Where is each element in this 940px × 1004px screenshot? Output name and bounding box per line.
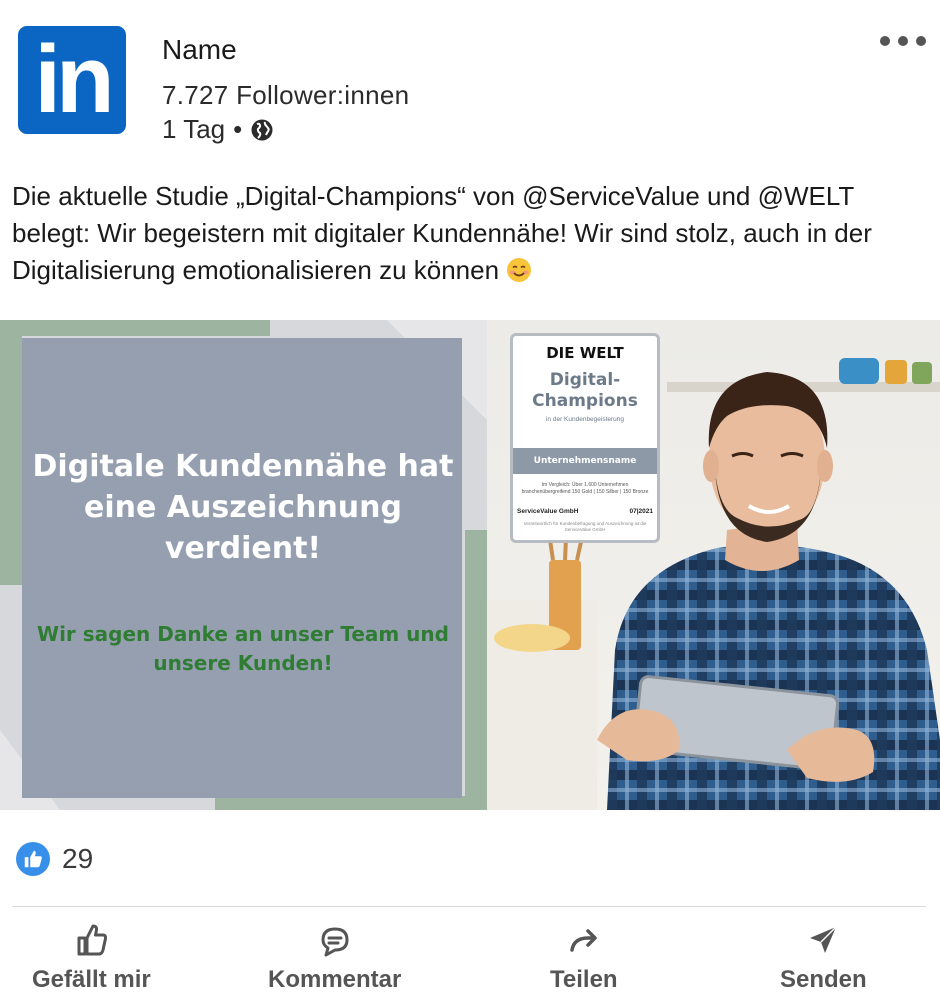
- share-label: Teilen: [550, 966, 618, 993]
- frame-accent: [465, 530, 487, 810]
- reaction-summary[interactable]: 29: [16, 842, 93, 876]
- divider: [12, 906, 926, 907]
- post-time: 1 Tag: [162, 114, 226, 144]
- seal-date: 07|2021: [629, 508, 653, 515]
- seal-brand: DIE WELT: [546, 344, 624, 362]
- send-label: Senden: [780, 966, 867, 993]
- company-logo[interactable]: in: [18, 26, 126, 134]
- thumbs-up-icon: [77, 924, 108, 956]
- like-icon: [16, 842, 50, 876]
- frame-accent: [0, 320, 22, 585]
- frame-accent: [0, 320, 270, 336]
- author-name[interactable]: Name: [162, 34, 237, 66]
- photo-panel: DIE WELT Digital-Champions in der Kunden…: [487, 320, 940, 810]
- comment-button[interactable]: Kommentar: [268, 920, 401, 994]
- award-seal: DIE WELT Digital-Champions in der Kunden…: [510, 333, 660, 543]
- award-graphic: Digitale Kundennähe hat eine Auszeichnun…: [0, 320, 487, 810]
- follower-count: 7.727 Follower:innen: [162, 80, 410, 110]
- share-icon: [570, 929, 597, 952]
- comment-label: Kommentar: [268, 966, 402, 993]
- linkedin-logo-text: in: [34, 26, 114, 133]
- reaction-count: 29: [62, 843, 94, 874]
- seal-note: Verantwortlich für Kundenbefragung und A…: [523, 521, 647, 532]
- post-text: Die aktuelle Studie „Digital-Champions“ …: [12, 178, 922, 289]
- more-dot: [898, 36, 908, 46]
- smiling-face-emoji: [507, 258, 532, 282]
- send-button[interactable]: Senden: [780, 920, 867, 994]
- post-image[interactable]: Digitale Kundennähe hat eine Auszeichnun…: [0, 320, 940, 810]
- seal-title: Digital-Champions: [532, 370, 638, 411]
- seal-fine-print: Im Vergleich: Über 1.600 Unternehmen bra…: [521, 482, 649, 495]
- like-button[interactable]: Gefällt mir: [32, 920, 151, 994]
- like-label: Gefällt mir: [32, 966, 151, 993]
- post-meta: 1 Tag •: [162, 114, 274, 145]
- post-body: Die aktuelle Studie „Digital-Champions“ …: [12, 181, 872, 285]
- seal-company: Unternehmensname: [513, 448, 657, 474]
- like-glyph: [24, 850, 42, 868]
- more-dot: [880, 36, 890, 46]
- post-header: in Name 7.727 Follower:innen 1 Tag •: [0, 0, 940, 160]
- image-thanks-text: Wir sagen Danke an unser Team und unsere…: [37, 622, 449, 675]
- seal-subtitle: in der Kundenbegeisterung: [545, 416, 625, 423]
- share-button[interactable]: Teilen: [550, 920, 618, 994]
- send-icon: [810, 926, 837, 953]
- comment-icon: [321, 927, 349, 957]
- meta-separator: •: [233, 114, 243, 144]
- seal-provider: ServiceValue GmbH: [517, 508, 579, 515]
- seal-provider-row: ServiceValue GmbH 07|2021: [517, 508, 653, 515]
- more-dot: [916, 36, 926, 46]
- globe-icon: [251, 119, 273, 140]
- action-bar: Gefällt mir Kommentar Teilen Senden: [0, 920, 940, 1004]
- image-headline: Digitale Kundennähe hat eine Auszeichnun…: [32, 449, 454, 566]
- frame-accent: [215, 796, 487, 810]
- more-options-button[interactable]: [880, 36, 926, 46]
